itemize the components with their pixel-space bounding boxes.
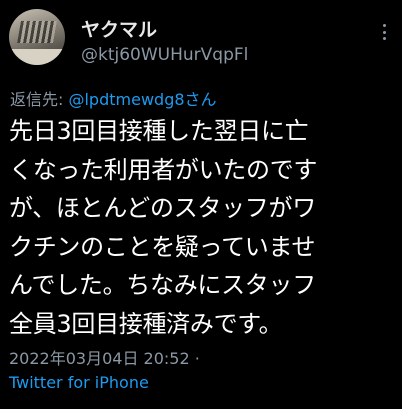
reply-context: 返信先: @lpdtmewdg8さん: [10, 86, 217, 110]
tweet-text-line: んでした。ちなみにスタッフ: [9, 271, 316, 299]
reply-prefix: 返信先:: [10, 90, 69, 109]
tweet-text-line: 先日3回目接種した翌日に亡: [9, 117, 309, 145]
author-display-name[interactable]: ヤクマル: [81, 15, 157, 42]
more-options-button[interactable]: [372, 18, 396, 46]
author-handle[interactable]: @ktj60WUHurVqpFl: [81, 45, 248, 65]
tweet-text-line: くなった利用者がいたのです: [9, 155, 318, 184]
more-vertical-icon-dot-3: [382, 37, 386, 40]
avatar[interactable]: [9, 9, 65, 65]
avatar-floor: [9, 49, 65, 65]
tweet-text-line: 全員3回目接種済みです。: [9, 309, 283, 338]
reply-mention-link[interactable]: @lpdtmewdg8さん: [68, 90, 216, 109]
tweet-text-line: クチンのことを疑っていませ: [9, 232, 316, 261]
tweet-text: 先日3回目接種した翌日に亡 くなった利用者がいたのです が、ほとんどのスタッフが…: [9, 112, 399, 343]
more-vertical-icon-dot-2: [382, 30, 386, 34]
tweet-source-link[interactable]: Twitter for iPhone: [9, 373, 149, 392]
avatar-pattern: [17, 21, 57, 43]
more-vertical-icon: [382, 24, 386, 27]
tweet-text-line: が、ほとんどのスタッフがワ: [9, 194, 316, 222]
tweet-timestamp[interactable]: 2022年03月04日 20:52 ·: [9, 345, 200, 369]
